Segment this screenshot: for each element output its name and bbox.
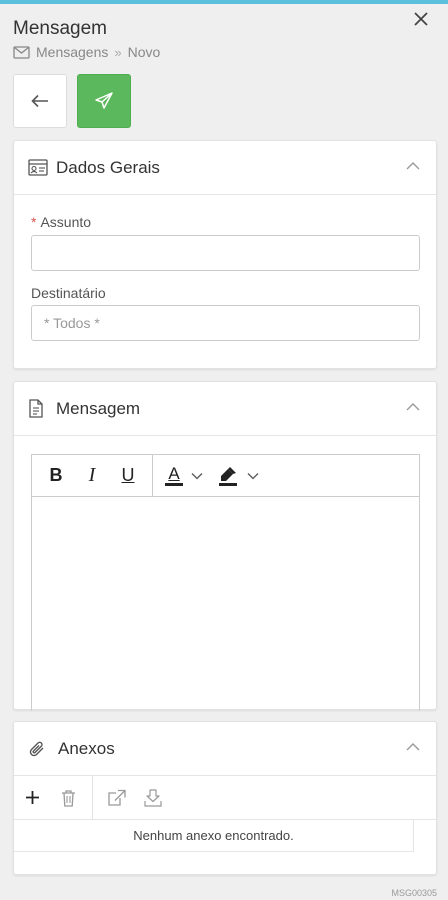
attachments-empty-message: Nenhum anexo encontrado. (14, 820, 414, 852)
attachments-header[interactable]: Anexos (14, 722, 436, 776)
chevron-up-icon[interactable] (406, 742, 420, 751)
chevron-down-icon (247, 472, 259, 479)
highlighter-icon (219, 466, 237, 486)
document-icon (29, 399, 43, 418)
attachments-panel: Anexos Nenhum anexo encontrado. (13, 721, 437, 875)
subject-input[interactable] (31, 235, 420, 271)
message-panel: Mensagem B I U A (13, 381, 437, 711)
trash-icon (61, 789, 75, 807)
paper-plane-icon (95, 92, 113, 109)
toolbar-divider (92, 775, 93, 820)
font-color-bar (165, 482, 183, 486)
toolbar-divider (152, 454, 153, 497)
general-data-panel: Dados Gerais * Assunto Destinatário (13, 140, 437, 369)
chevron-up-icon[interactable] (406, 161, 420, 170)
breadcrumb-item-novo: Novo (127, 44, 161, 60)
paperclip-icon (29, 741, 44, 756)
download-icon (144, 788, 162, 807)
message-header[interactable]: Mensagem (14, 382, 436, 436)
general-data-header[interactable]: Dados Gerais (14, 141, 436, 195)
chevron-down-icon (191, 472, 203, 479)
underline-button[interactable]: U (110, 455, 146, 497)
send-button[interactable] (77, 74, 131, 128)
plus-icon (25, 791, 39, 804)
download-attachment-button[interactable] (135, 776, 171, 820)
breadcrumb: Mensagens » Novo (13, 44, 160, 60)
font-color-letter: A (168, 463, 180, 483)
envelope-icon (13, 45, 30, 59)
delete-attachment-button[interactable] (50, 776, 86, 820)
editor-content-area[interactable] (32, 497, 419, 711)
highlight-color-button[interactable] (217, 466, 259, 486)
italic-button[interactable]: I (74, 455, 110, 497)
subject-label: * Assunto (31, 214, 91, 230)
general-data-title: Dados Gerais (56, 157, 160, 177)
required-marker: * (31, 214, 37, 230)
back-button[interactable] (13, 74, 67, 128)
font-color-icon: A (165, 463, 183, 486)
screen-code: MSG00305 (391, 888, 437, 898)
recipient-label: Destinatário (31, 285, 106, 301)
breadcrumb-item-mensagens[interactable]: Mensagens (36, 44, 108, 60)
attachments-title: Anexos (58, 738, 115, 758)
recipient-input[interactable] (31, 305, 420, 341)
top-accent-bar (0, 0, 448, 4)
page-title: Mensagem (13, 18, 107, 39)
font-color-button[interactable]: A (159, 463, 203, 486)
subject-label-text: Assunto (40, 214, 92, 230)
close-icon[interactable] (412, 10, 430, 28)
open-attachment-button[interactable] (99, 776, 135, 820)
rich-text-editor: B I U A (31, 454, 420, 711)
attachments-toolbar (14, 775, 436, 820)
bold-button[interactable]: B (38, 455, 74, 497)
id-card-icon (28, 159, 48, 176)
external-link-icon (108, 789, 126, 806)
add-attachment-button[interactable] (14, 776, 50, 820)
chevron-up-icon[interactable] (406, 402, 420, 411)
arrow-left-icon (31, 94, 48, 108)
message-title: Mensagem (56, 398, 141, 418)
breadcrumb-separator-icon: » (114, 44, 122, 60)
editor-toolbar: B I U A (32, 454, 419, 497)
